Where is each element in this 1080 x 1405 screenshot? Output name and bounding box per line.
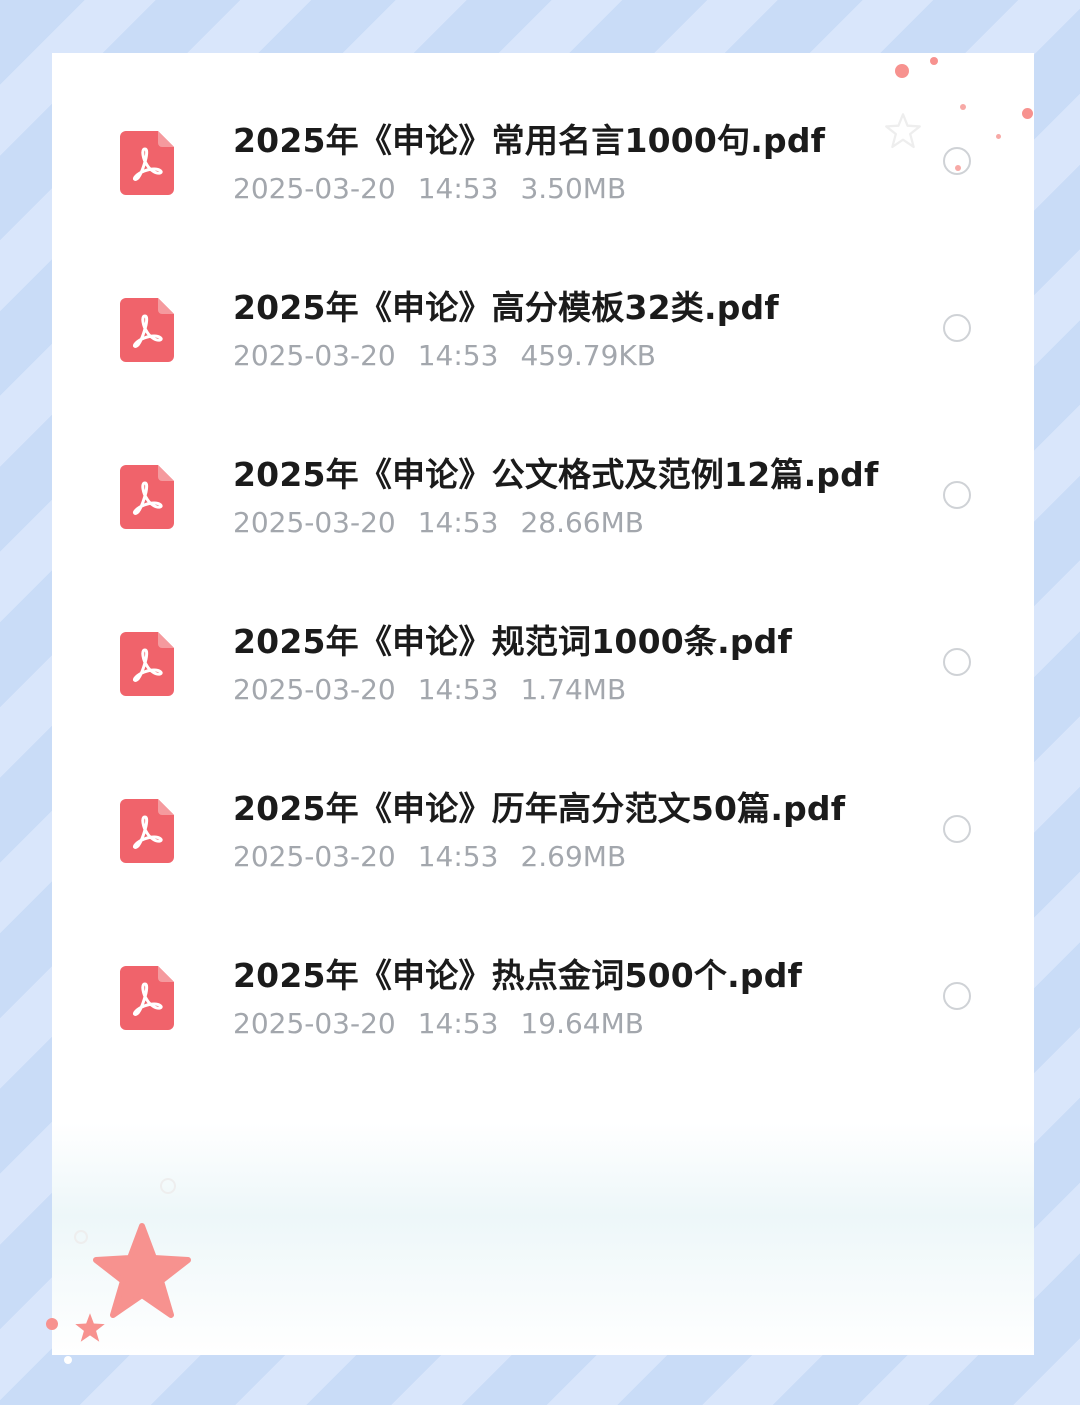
file-name: 2025年《申论》高分模板32类.pdf <box>233 288 779 327</box>
pdf-icon <box>120 131 174 195</box>
dot-decoration <box>46 1318 58 1330</box>
pdf-icon <box>120 966 174 1030</box>
star-outline-icon <box>885 113 921 149</box>
file-time: 14:53 <box>417 1007 499 1040</box>
file-size: 2.69MB <box>520 840 627 873</box>
file-date: 2025-03-20 <box>233 339 396 372</box>
pdf-icon <box>120 632 174 696</box>
file-size: 1.74MB <box>520 673 627 706</box>
file-meta: 2025-03-20 14:53 2.69MB <box>233 840 648 873</box>
pdf-icon <box>120 465 174 529</box>
dot-decoration <box>1022 108 1033 119</box>
file-row[interactable]: 2025年《申论》规范词1000条.pdf 2025-03-20 14:53 1.7… <box>52 576 1034 743</box>
file-date: 2025-03-20 <box>233 172 396 205</box>
pdf-icon <box>120 799 174 863</box>
dot-decoration <box>64 1356 72 1364</box>
radio-circle-icon[interactable] <box>943 982 971 1010</box>
pdf-icon <box>120 298 174 362</box>
file-row[interactable]: 2025年《申论》常用名言1000句.pdf 2025-03-20 14:53 3.… <box>52 75 1034 242</box>
file-time: 14:53 <box>417 840 499 873</box>
file-meta: 2025-03-20 14:53 459.79KB <box>233 339 678 372</box>
dot-decoration <box>930 57 938 65</box>
dot-decoration <box>960 104 966 110</box>
file-list-card: 2025年《申论》常用名言1000句.pdf 2025-03-20 14:53 3.… <box>52 53 1034 1355</box>
dot-decoration <box>996 134 1001 139</box>
file-date: 2025-03-20 <box>233 673 396 706</box>
radio-circle-icon[interactable] <box>943 648 971 676</box>
file-date: 2025-03-20 <box>233 1007 396 1040</box>
file-time: 14:53 <box>417 339 499 372</box>
file-time: 14:53 <box>417 506 499 539</box>
star-icon <box>93 1223 191 1318</box>
dot-decoration <box>160 1178 176 1194</box>
bottom-fade-decoration <box>52 1123 1034 1355</box>
file-row[interactable]: 2025年《申论》热点金词500个.pdf 2025-03-20 14:53 19.… <box>52 910 1034 1077</box>
dot-decoration <box>955 165 961 171</box>
file-name: 2025年《申论》热点金词500个.pdf <box>233 956 803 995</box>
file-date: 2025-03-20 <box>233 506 396 539</box>
file-time: 14:53 <box>417 673 499 706</box>
file-date: 2025-03-20 <box>233 840 396 873</box>
radio-circle-icon[interactable] <box>943 815 971 843</box>
radio-circle-icon[interactable] <box>943 314 971 342</box>
file-name: 2025年《申论》规范词1000条.pdf <box>233 622 793 661</box>
file-size: 19.64MB <box>520 1007 644 1040</box>
file-meta: 2025-03-20 14:53 1.74MB <box>233 673 648 706</box>
radio-circle-icon[interactable] <box>943 481 971 509</box>
file-meta: 2025-03-20 14:53 3.50MB <box>233 172 648 205</box>
file-meta: 2025-03-20 14:53 19.64MB <box>233 1007 666 1040</box>
file-size: 28.66MB <box>520 506 644 539</box>
file-name: 2025年《申论》公文格式及范例12篇.pdf <box>233 455 879 494</box>
star-icon <box>75 1313 105 1342</box>
file-time: 14:53 <box>417 172 499 205</box>
file-row[interactable]: 2025年《申论》公文格式及范例12篇.pdf 2025-03-20 14:53 2… <box>52 409 1034 576</box>
file-row[interactable]: 2025年《申论》历年高分范文50篇.pdf 2025-03-20 14:53 2.… <box>52 743 1034 910</box>
file-size: 3.50MB <box>520 172 627 205</box>
dot-decoration <box>895 64 909 78</box>
file-row[interactable]: 2025年《申论》高分模板32类.pdf 2025-03-20 14:53 459.… <box>52 242 1034 409</box>
dot-decoration <box>74 1230 88 1244</box>
file-name: 2025年《申论》常用名言1000句.pdf <box>233 121 826 160</box>
file-name: 2025年《申论》历年高分范文50篇.pdf <box>233 789 846 828</box>
file-meta: 2025-03-20 14:53 28.66MB <box>233 506 666 539</box>
file-size: 459.79KB <box>520 339 656 372</box>
